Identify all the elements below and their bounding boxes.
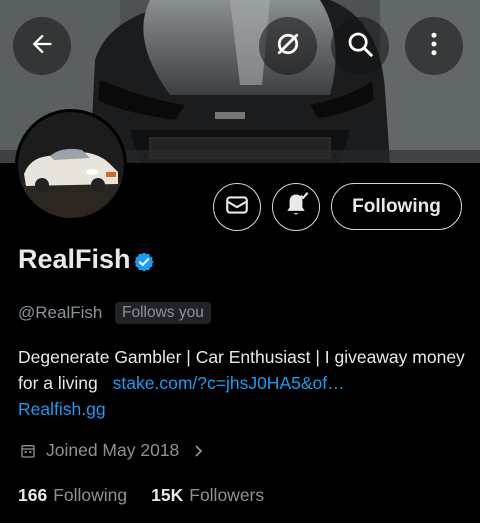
- following-stat[interactable]: 166 Following: [18, 485, 127, 506]
- profile-avatar[interactable]: [15, 109, 127, 221]
- follows-you-badge: Follows you: [115, 302, 211, 324]
- followers-label: Followers: [189, 485, 265, 505]
- bell-check-icon: [282, 191, 310, 224]
- bio-link-website[interactable]: Realfish.gg: [18, 399, 106, 419]
- more-vertical-icon: [419, 29, 449, 64]
- calendar-icon: [20, 443, 36, 459]
- profile-name: RealFish: [18, 244, 131, 274]
- arrow-left-icon: [28, 30, 56, 63]
- following-button-label: Following: [352, 195, 441, 217]
- follow-stats: 166 Following 15K Followers: [18, 485, 264, 506]
- notifications-off-icon: [273, 29, 303, 64]
- bio-link-stake[interactable]: stake.com/?c=jhsJ0HA5&of…: [113, 373, 345, 393]
- back-button[interactable]: [13, 17, 71, 75]
- profile-handle: @RealFish: [18, 303, 103, 322]
- joined-date-row[interactable]: Joined May 2018: [20, 440, 205, 461]
- notifications-bell-button[interactable]: [272, 183, 320, 231]
- followers-count: 15K: [151, 485, 184, 505]
- notifications-off-button[interactable]: [259, 17, 317, 75]
- following-button[interactable]: Following: [331, 183, 462, 230]
- mail-icon: [224, 192, 250, 223]
- search-button[interactable]: [331, 17, 389, 75]
- following-label: Following: [53, 485, 128, 505]
- message-button[interactable]: [213, 183, 261, 231]
- followers-stat[interactable]: 15K Followers: [151, 485, 264, 506]
- joined-date: Joined May 2018: [46, 440, 180, 460]
- chevron-right-icon: [193, 444, 205, 458]
- verified-badge-icon: [133, 251, 155, 278]
- search-icon: [345, 29, 375, 64]
- following-count: 166: [18, 485, 48, 505]
- more-options-button[interactable]: [405, 17, 463, 75]
- profile-bio: Degenerate Gambler | Car Enthusiast | I …: [18, 344, 468, 422]
